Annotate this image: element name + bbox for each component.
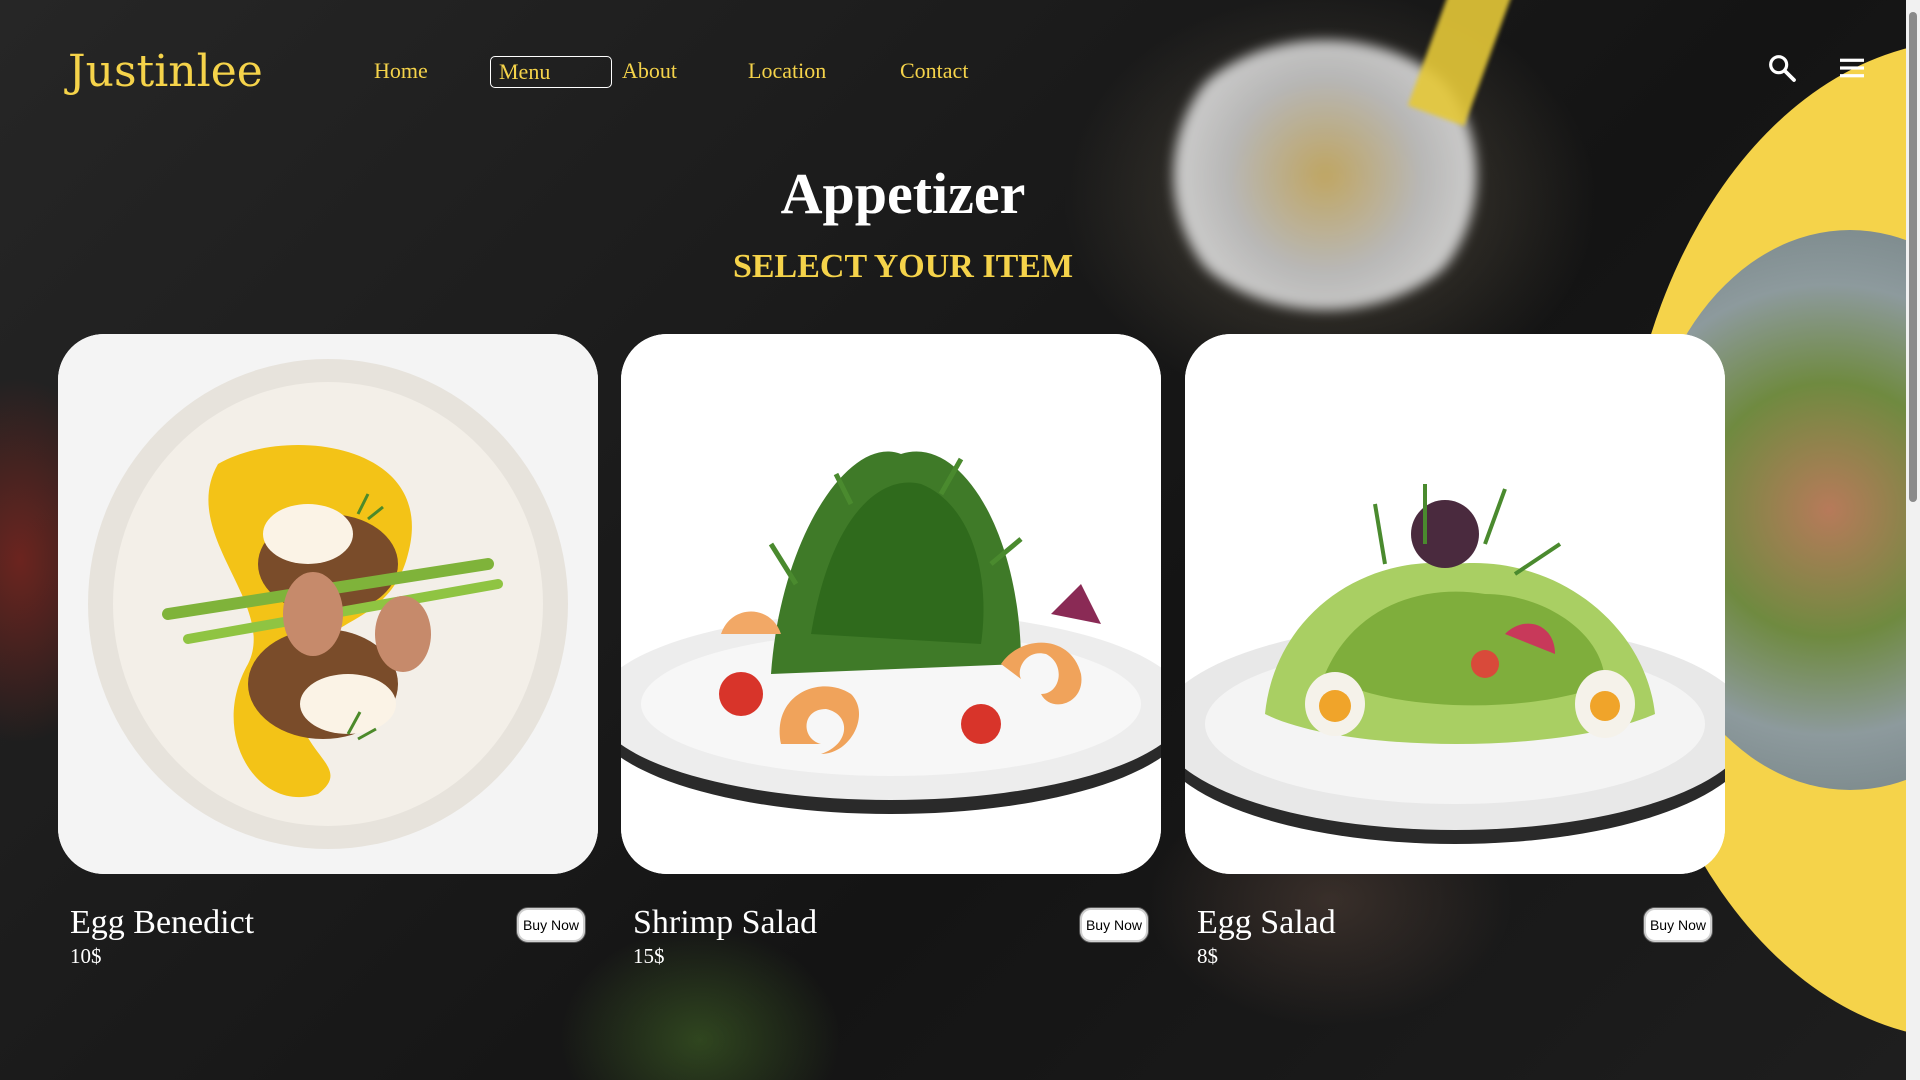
nav-contact[interactable]: Contact: [892, 56, 976, 86]
item-price: 15$: [633, 944, 665, 968]
item-name: Egg Salad: [1197, 904, 1336, 941]
menu-card-egg-benedict: Egg Benedict 10$ Buy Now: [58, 334, 598, 968]
buy-now-button[interactable]: Buy Now: [515, 907, 586, 943]
item-name: Egg Benedict: [70, 904, 255, 941]
section-subtitle: SELECT YOUR ITEM: [732, 248, 1074, 285]
menu-card-egg-salad: Egg Salad 8$ Buy Now: [1185, 334, 1725, 968]
brand-logo[interactable]: Justinlee: [68, 46, 263, 97]
nav-home[interactable]: Home: [366, 56, 436, 86]
nav-menu[interactable]: Menu: [490, 56, 612, 88]
shrimp-salad-image[interactable]: [621, 334, 1161, 874]
search-icon[interactable]: [1766, 52, 1798, 84]
buy-now-button[interactable]: Buy Now: [1078, 907, 1149, 943]
nav-location[interactable]: Location: [740, 56, 834, 86]
nav-about[interactable]: About: [614, 56, 685, 86]
section-title: Appetizer: [780, 161, 1026, 226]
menu-card-shrimp-salad: Shrimp Salad 15$ Buy Now: [621, 334, 1161, 968]
hamburger-menu-icon[interactable]: [1836, 52, 1868, 84]
site-header: Justinlee Home Menu About Location Conta…: [0, 0, 1900, 140]
item-price: 10$: [70, 944, 102, 968]
item-price: 8$: [1197, 944, 1218, 968]
scrollbar-thumb[interactable]: [1909, 12, 1917, 502]
buy-now-button[interactable]: Buy Now: [1642, 907, 1713, 943]
item-name: Shrimp Salad: [633, 904, 818, 941]
egg-salad-image[interactable]: [1185, 334, 1725, 874]
egg-benedict-image[interactable]: [58, 334, 598, 874]
